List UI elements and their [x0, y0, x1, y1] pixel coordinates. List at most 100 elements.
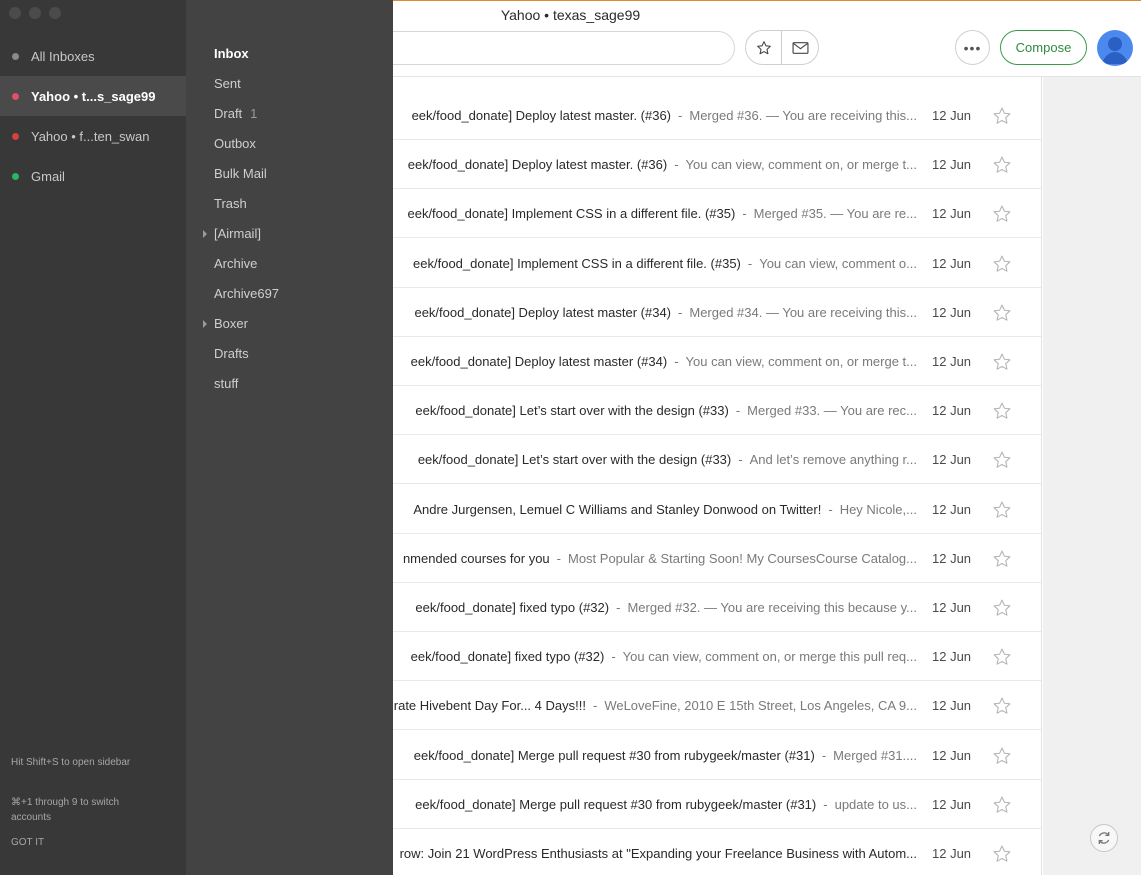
- star-icon[interactable]: [992, 795, 1012, 815]
- more-button[interactable]: •••: [955, 30, 990, 65]
- message-row[interactable]: nmended courses for you - Most Popular & S…: [300, 534, 1041, 583]
- message-date: 12 Jun: [932, 649, 972, 665]
- star-icon[interactable]: [992, 155, 1012, 175]
- refresh-icon: [1098, 832, 1110, 844]
- star-icon[interactable]: [992, 352, 1012, 372]
- message-row[interactable]: eek/food_donate] Merge pull request #30 …: [300, 731, 1041, 780]
- star-icon[interactable]: [992, 549, 1012, 569]
- subject-separator: -: [616, 600, 621, 615]
- star-icon[interactable]: [992, 844, 1012, 864]
- account-item[interactable]: Yahoo • t...s_sage99: [0, 76, 186, 116]
- message-date: 12 Jun: [932, 747, 972, 763]
- message-snippet: Merged #32. — You are receiving this bec…: [627, 600, 917, 615]
- message-subject: eek/food_donate] fixed typo (#32): [415, 600, 610, 615]
- minimize-window-button[interactable]: [29, 7, 41, 19]
- message-subject: eek/food_donate] Deploy latest master (#…: [414, 304, 672, 320]
- compose-button[interactable]: Compose: [1000, 30, 1087, 65]
- zoom-window-button[interactable]: [49, 7, 61, 19]
- account-status-dot: [12, 92, 19, 100]
- star-icon[interactable]: [992, 647, 1012, 667]
- hint-open-sidebar: Hit Shift+S to open sidebar: [11, 757, 131, 768]
- star-icon[interactable]: [992, 303, 1012, 323]
- account-status-dot: [12, 52, 19, 60]
- folder-item[interactable]: Drafts: [214, 344, 249, 364]
- message-row[interactable]: eek/food_donate] Merge pull request #30 …: [300, 780, 1041, 829]
- message-row[interactable]: eek/food_donate] Implement CSS in a diff…: [300, 239, 1041, 288]
- refresh-button[interactable]: [1090, 824, 1118, 852]
- star-icon[interactable]: [992, 598, 1012, 618]
- account-item[interactable]: All Inboxes: [0, 36, 186, 76]
- folders-panel: Inbox Sent Draft 1 Outbox Bulk Mail Trash [Airm…: [186, 0, 393, 875]
- message-date: 12 Jun: [932, 796, 972, 812]
- disclosure-triangle-icon[interactable]: [203, 230, 207, 238]
- message-subject: Andre Jurgensen, Lemuel C Williams and S…: [413, 501, 822, 517]
- star-icon[interactable]: [992, 254, 1012, 274]
- folder-label: Outbox: [214, 136, 256, 151]
- message-snippet: Merged #31....: [833, 747, 917, 763]
- avatar[interactable]: [1097, 30, 1133, 66]
- message-subject: eek/food_donate] fixed typo (#32): [410, 649, 605, 665]
- message-date: 12 Jun: [932, 206, 972, 222]
- message-row[interactable]: eek/food_donate] Let’s start over with t…: [300, 435, 1041, 485]
- hint-switch-accounts: ⌘+1 through 9 to switch accounts: [11, 797, 120, 823]
- close-window-button[interactable]: [9, 7, 21, 19]
- message-snippet: You can view, comment on, or merge t...: [685, 157, 917, 173]
- message-row[interactable]: eek/food_donate] fixed typo (#32) - Merged…: [300, 583, 1041, 632]
- message-subject: eek/food_donate] Implement CSS in a diff…: [413, 255, 741, 271]
- subject-separator: -: [742, 206, 747, 222]
- subject-separator: -: [556, 550, 561, 566]
- message-row[interactable]: eek/food_donate] Deploy latest master. (…: [300, 91, 1041, 140]
- folder-item[interactable]: Inbox: [214, 44, 249, 64]
- disclosure-triangle-icon[interactable]: [203, 320, 207, 328]
- message-date: 12 Jun: [932, 108, 972, 123]
- folder-item[interactable]: Archive: [214, 254, 257, 274]
- favorites-button[interactable]: [746, 31, 782, 64]
- folder-item[interactable]: Trash: [214, 194, 247, 214]
- folder-item[interactable]: Sent: [214, 74, 241, 94]
- star-icon[interactable]: [992, 696, 1012, 716]
- message-row[interactable]: eek/food_donate] Implement CSS in a diff…: [300, 189, 1041, 239]
- message-snippet: update to us...: [834, 796, 917, 812]
- message-date: 12 Jun: [932, 698, 972, 714]
- account-item[interactable]: Gmail: [0, 156, 186, 196]
- message-row[interactable]: row: Join 21 WordPress Enthusiasts at "E…: [300, 829, 1041, 875]
- message-row[interactable]: eek/food_donate] Let’s start over with t…: [300, 386, 1041, 436]
- message-date: 12 Jun: [932, 255, 972, 271]
- reading-pane: [1043, 77, 1141, 875]
- folder-item[interactable]: Draft 1: [214, 104, 257, 124]
- folder-item[interactable]: Archive697: [214, 284, 279, 304]
- folder-item[interactable]: stuff: [214, 374, 238, 394]
- star-icon[interactable]: [992, 746, 1012, 766]
- folder-label: Drafts: [214, 346, 249, 361]
- account-label: Yahoo • t...s_sage99: [31, 88, 156, 104]
- star-icon[interactable]: [992, 401, 1012, 421]
- message-subject: rate Hivebent Day For... 4 Days!!!: [393, 698, 586, 714]
- message-row[interactable]: eek/food_donate] Deploy latest master (#…: [300, 288, 1041, 337]
- star-icon[interactable]: [992, 450, 1012, 470]
- message-row[interactable]: Andre Jurgensen, Lemuel C Williams and S…: [300, 485, 1041, 534]
- unread-button[interactable]: [782, 31, 818, 64]
- message-row[interactable]: eek/food_donate] Deploy latest master (#…: [300, 337, 1041, 386]
- message-row[interactable]: rate Hivebent Day For... 4 Days!!! - WeLov…: [300, 681, 1041, 731]
- got-it-button[interactable]: GOT IT: [11, 835, 151, 850]
- star-icon[interactable]: [992, 204, 1012, 224]
- account-status-dot: [12, 172, 19, 180]
- subject-separator: -: [678, 108, 683, 123]
- message-date: 12 Jun: [932, 600, 972, 615]
- star-icon[interactable]: [992, 106, 1012, 126]
- account-label: Gmail: [31, 168, 65, 184]
- folder-label: Draft: [214, 106, 243, 121]
- message-row[interactable]: eek/food_donate] Deploy latest master. (…: [300, 140, 1041, 190]
- star-icon[interactable]: [992, 500, 1012, 520]
- message-snippet: WeLoveFine, 2010 E 15th Street, Los Ange…: [604, 698, 917, 714]
- message-subject: eek/food_donate] Merge pull request #30 …: [413, 747, 815, 763]
- folder-item[interactable]: Boxer: [214, 314, 248, 334]
- message-row[interactable]: eek/food_donate] fixed typo (#32) - You ca…: [300, 632, 1041, 682]
- folder-item[interactable]: [Airmail]: [214, 224, 261, 244]
- subject-separator: -: [674, 157, 679, 173]
- folder-item[interactable]: Bulk Mail: [214, 164, 267, 184]
- message-subject: eek/food_donate] Deploy latest master. (…: [407, 157, 668, 173]
- message-snippet: And let’s remove anything r...: [749, 452, 917, 468]
- folder-item[interactable]: Outbox: [214, 134, 256, 154]
- account-item[interactable]: Yahoo • f...ten_swan: [0, 116, 186, 156]
